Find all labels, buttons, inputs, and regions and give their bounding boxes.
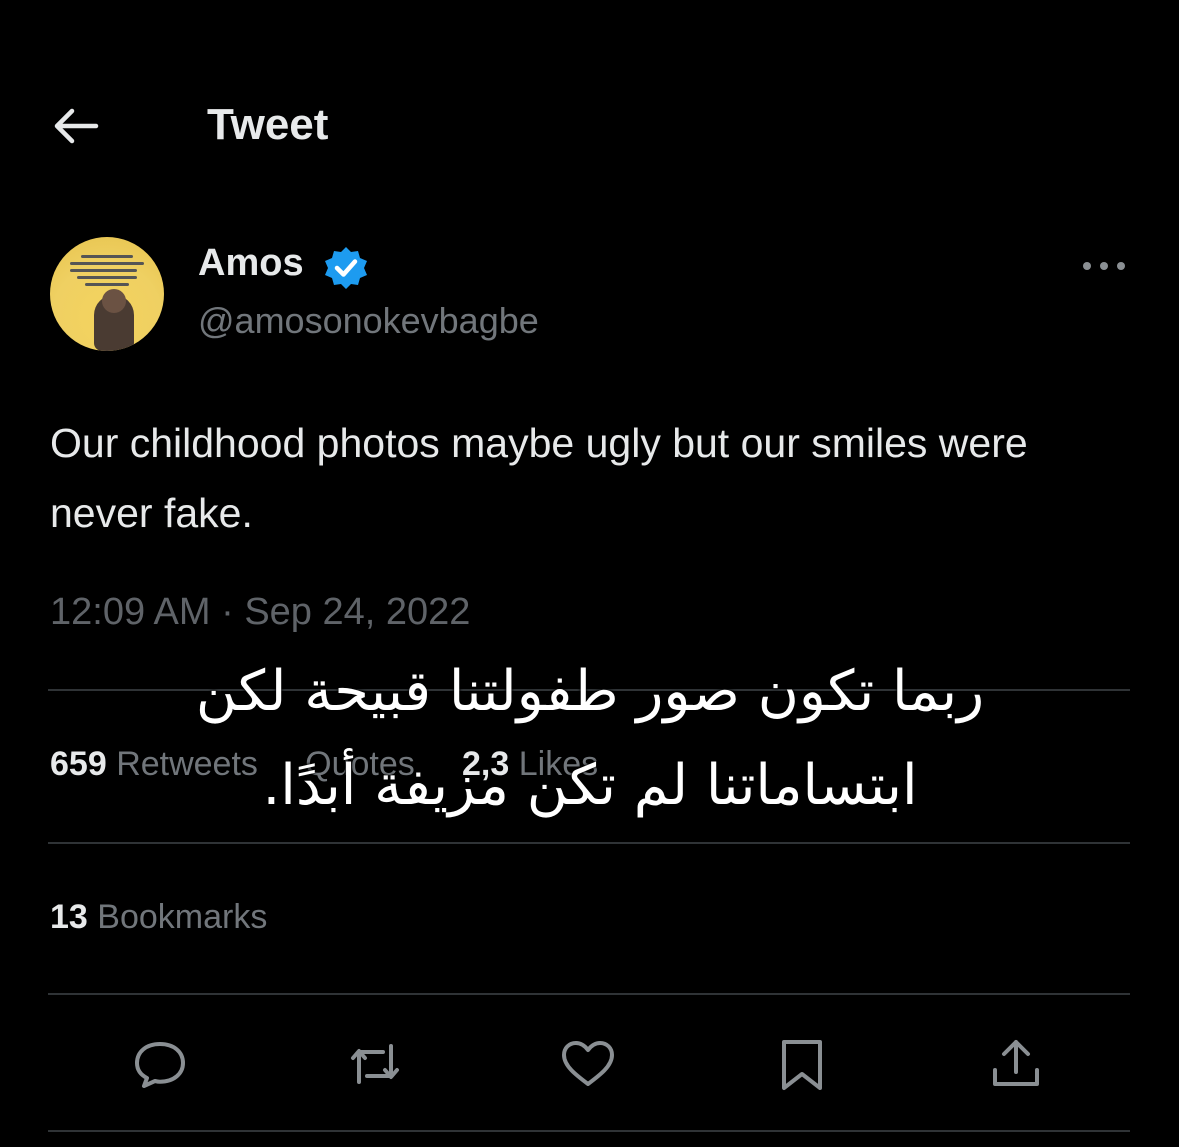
verified-badge-icon: [325, 247, 367, 289]
bookmarks-count: 13: [50, 898, 88, 936]
author-handle[interactable]: @amosonokevbagbe: [198, 300, 539, 342]
divider: [48, 993, 1130, 995]
reply-icon[interactable]: [130, 1034, 190, 1094]
bookmarks-stat[interactable]: 13 Bookmarks: [50, 898, 267, 937]
retweet-icon[interactable]: [345, 1034, 405, 1094]
divider: [48, 1130, 1130, 1132]
avatar[interactable]: [50, 237, 164, 351]
bookmark-icon[interactable]: [772, 1034, 832, 1094]
page-title: Tweet: [207, 100, 329, 149]
tweet-timestamp[interactable]: 12:09 AM · Sep 24, 2022: [50, 591, 470, 634]
like-icon[interactable]: [558, 1034, 618, 1094]
more-button[interactable]: [1078, 252, 1130, 280]
arrow-left-icon: [54, 108, 99, 144]
subtitle-line-2: ابتساماتنا لم تكن مزيفة أبدًا.: [262, 753, 918, 818]
top-bar: Tweet: [0, 92, 1179, 162]
tweet-text: Our childhood photos maybe ugly but our …: [50, 420, 1028, 536]
bookmarks-label: Bookmarks: [97, 898, 268, 936]
share-icon[interactable]: [986, 1034, 1046, 1094]
back-button[interactable]: [50, 104, 100, 148]
subtitle-line-1: ربما تكون صور طفولتنا قبيحة لكن: [195, 659, 985, 724]
subtitle-overlay: ربما تكون صور طفولتنا قبيحة لكن ابتسامات…: [60, 645, 1120, 833]
divider: [48, 842, 1130, 844]
more-horizontal-icon: [1083, 262, 1125, 270]
author-name[interactable]: Amos: [198, 242, 304, 285]
